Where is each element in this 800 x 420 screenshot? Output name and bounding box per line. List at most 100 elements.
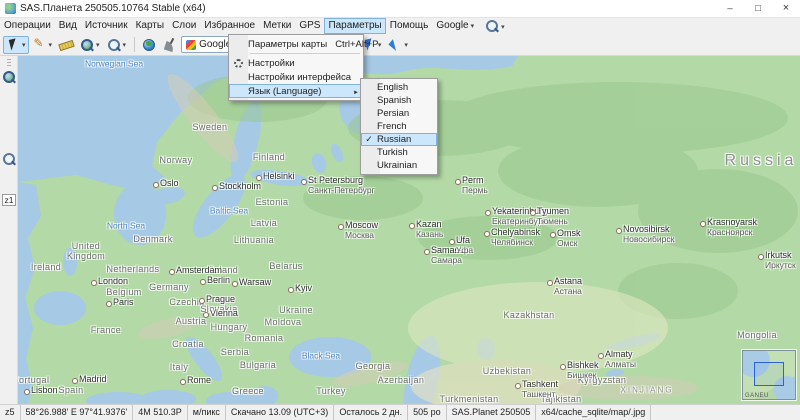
search-button[interactable] xyxy=(482,17,508,35)
main-toolbar: Google xyxy=(0,34,800,56)
language-item-english[interactable]: English xyxy=(361,81,437,94)
zoom-level-label[interactable]: z1 xyxy=(2,194,16,206)
magnifier-icon xyxy=(485,19,499,33)
city-name-en: Kyiv xyxy=(295,283,313,293)
route-arrow-button[interactable] xyxy=(385,36,411,54)
satellite-dish-icon xyxy=(163,38,177,52)
language-item-label: Russian xyxy=(377,134,412,145)
fullscreen-globe-button[interactable] xyxy=(139,36,159,54)
country-label: Spain xyxy=(58,385,84,396)
city-name-ru: Астана xyxy=(554,285,582,296)
country-label: Norway xyxy=(159,155,193,166)
city-label: Helsinki xyxy=(256,171,295,182)
city-name-ru: Иркутск xyxy=(765,259,796,270)
menu-item-interface-settings[interactable]: Настройки интерфейса xyxy=(229,70,363,84)
menu-operations[interactable]: Операции xyxy=(0,18,55,34)
status-segment: z5 xyxy=(0,405,21,420)
menu-layers[interactable]: Слои xyxy=(168,18,200,34)
minimap-viewport-rect[interactable] xyxy=(754,362,784,386)
region-label: Russia xyxy=(724,152,798,170)
city-label: Krasnoyarsk Красноярск xyxy=(699,217,757,237)
menu-favorites[interactable]: Избранное xyxy=(200,18,259,34)
check-icon xyxy=(365,134,373,145)
city-label: Moscow Москва xyxy=(337,220,378,240)
gear-icon xyxy=(234,58,243,68)
maximize-button[interactable] xyxy=(744,0,772,17)
previous-view-button[interactable] xyxy=(104,36,130,54)
minimap[interactable]: GANEU xyxy=(742,350,796,400)
country-label: Romania xyxy=(244,333,284,344)
menu-gps[interactable]: GPS xyxy=(295,18,324,34)
city-name-en: Berlin xyxy=(207,275,231,285)
language-item-french[interactable]: French xyxy=(361,120,437,133)
ruler-tool-button[interactable] xyxy=(56,36,76,54)
city-name-en: Paris xyxy=(113,297,134,307)
city-label: Warsaw xyxy=(231,277,272,288)
language-menu-items: English Spanish Persian French Russian Turkis… xyxy=(361,81,437,172)
menu-source[interactable]: Источник xyxy=(81,18,132,34)
cursor-icon xyxy=(6,38,20,52)
ruler-icon xyxy=(59,38,73,52)
city-label: Novosibirsk Новосибирск xyxy=(615,224,674,244)
country-label: Ukraine xyxy=(279,305,313,316)
language-item-spanish[interactable]: Spanish xyxy=(361,94,437,107)
city-label: Astana Астана xyxy=(546,276,582,296)
city-name-en: Stockholm xyxy=(219,181,262,191)
menu-view[interactable]: Вид xyxy=(55,18,81,34)
city-name-ru: Санкт-Петербург xyxy=(308,184,375,195)
status-segment: SAS.Planet 250505 xyxy=(447,405,537,420)
placemark-tool-button[interactable] xyxy=(30,36,56,54)
city-name-en: Rome xyxy=(187,375,212,385)
menu-help[interactable]: Помощь xyxy=(386,18,433,34)
menu-maps[interactable]: Карты xyxy=(132,18,169,34)
toolbar-grip xyxy=(7,59,11,67)
city-name-ru: Казань xyxy=(416,228,444,239)
magnifier-icon xyxy=(107,38,121,52)
menu-google[interactable]: Google xyxy=(432,18,478,34)
city-name-en: Prague xyxy=(206,294,236,304)
city-label: Ufa Уфа xyxy=(448,235,473,255)
menu-item-settings[interactable]: Настройки xyxy=(229,56,363,70)
zoom-toolbar: z1 xyxy=(0,56,18,404)
pencil-icon xyxy=(33,36,47,52)
nav-arrow2-icon xyxy=(388,38,402,52)
close-button[interactable] xyxy=(772,0,800,17)
country-label: Azerbaijan xyxy=(377,375,425,386)
language-item-label: Persian xyxy=(377,108,410,119)
country-label: Turkmenistan xyxy=(439,394,499,404)
minimize-button[interactable] xyxy=(716,0,744,17)
zoom-region-button[interactable] xyxy=(77,36,103,54)
menu-item-language[interactable]: Язык (Language) xyxy=(229,84,363,98)
country-label: Latvia xyxy=(250,218,278,229)
country-label: Sweden xyxy=(192,122,228,133)
status-segment: м/пикс xyxy=(188,405,226,420)
city-name-en: Warsaw xyxy=(239,277,272,287)
menu-item-label: Настройки xyxy=(248,57,295,69)
language-item-russian[interactable]: Russian xyxy=(361,133,437,146)
country-label: Germany xyxy=(149,282,189,293)
gps-receiver-button[interactable] xyxy=(160,36,180,54)
menu-item-map-params[interactable]: Параметры карты Ctrl+Alt+P xyxy=(229,37,378,51)
city-name-ru: Пермь xyxy=(462,184,488,195)
language-item-ukrainian[interactable]: Ukrainian xyxy=(361,159,437,172)
city-label: Chelyabinsk Челябинск xyxy=(483,227,540,247)
menu-marks[interactable]: Метки xyxy=(259,18,295,34)
chevron-down-icon xyxy=(94,39,100,50)
language-item-turkish[interactable]: Turkish xyxy=(361,146,437,159)
submenu-arrow-icon xyxy=(353,86,359,97)
city-label: Vienna xyxy=(203,308,238,319)
country-label: Lithuania xyxy=(233,235,275,246)
menu-item-label: Параметры карты xyxy=(248,38,328,50)
country-label: United Kingdom xyxy=(66,241,106,261)
country-label: Uzbekistan xyxy=(482,366,532,377)
country-label: Croatia xyxy=(172,339,204,350)
city-label: St Petersburg Санкт-Петербург xyxy=(301,175,375,195)
selection-tool-button[interactable] xyxy=(3,35,29,54)
zoom-in-icon[interactable] xyxy=(2,70,16,84)
city-label: Stockholm xyxy=(211,181,262,192)
zoom-out-icon[interactable] xyxy=(2,152,16,166)
language-item-persian[interactable]: Persian xyxy=(361,107,437,120)
country-label: Hungary xyxy=(210,322,248,333)
menu-params[interactable]: Параметры xyxy=(324,18,386,34)
city-name-ru: Ташкент xyxy=(522,388,556,399)
